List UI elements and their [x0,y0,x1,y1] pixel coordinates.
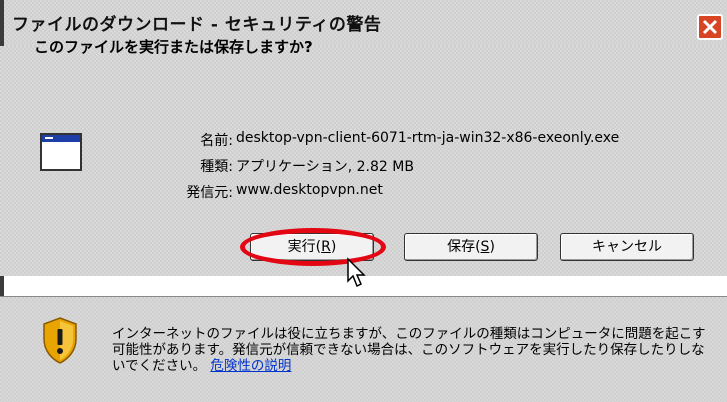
question-text: このファイルを実行または保存しますか? [34,38,313,56]
risk-explanation-link[interactable]: 危険性の説明 [210,358,291,374]
close-icon [702,19,718,35]
close-button[interactable] [697,14,723,40]
save-button[interactable]: 保存(S) [404,233,538,261]
file-name-value: desktop-vpn-client-6071-rtm-ja-win32-x86… [236,130,620,146]
file-type-label: 種類: [200,159,233,175]
mouse-cursor-icon [347,257,366,288]
file-source-value: www.desktopvpn.net [236,182,383,198]
cancel-button[interactable]: キャンセル [560,233,694,261]
window-title: ファイルのダウンロード - セキュリティの警告 [12,15,382,35]
warning-shield-icon [43,317,77,364]
warning-text-block: インターネットのファイルは役に立ちますが、このファイルの種類はコンピュータに問題… [112,326,717,374]
file-name-label: 名前: [200,133,233,149]
file-type-value: アプリケーション, 2.82 MB [236,159,414,175]
download-security-dialog: ファイルのダウンロード - セキュリティの警告 このファイルを実行または保存しま… [0,0,727,402]
file-source-label: 発信元: [186,185,233,201]
warning-text: インターネットのファイルは役に立ちますが、このファイルの種類はコンピュータに問題… [112,326,706,374]
application-icon [40,133,82,171]
